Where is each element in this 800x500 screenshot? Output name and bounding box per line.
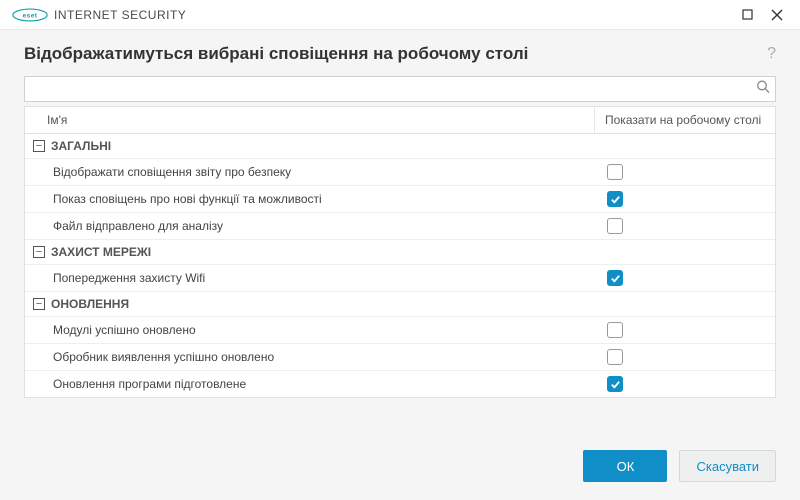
show-checkbox[interactable] bbox=[607, 349, 623, 365]
item-label: Обробник виявлення успішно оновлено bbox=[53, 350, 607, 364]
item-label: Оновлення програми підготовлене bbox=[53, 377, 607, 391]
close-button[interactable] bbox=[762, 0, 792, 30]
group-label: ЗАГАЛЬНІ bbox=[51, 139, 111, 153]
item-row: Оновлення програми підготовлене bbox=[25, 371, 775, 397]
item-row: Файл відправлено для аналізу bbox=[25, 213, 775, 240]
item-label: Модулі успішно оновлено bbox=[53, 323, 607, 337]
app-name: INTERNET SECURITY bbox=[54, 8, 186, 22]
ok-button[interactable]: ОК bbox=[583, 450, 667, 482]
collapse-icon[interactable]: − bbox=[33, 140, 45, 152]
search-wrap bbox=[24, 76, 776, 102]
item-row: Показ сповіщень про нові функції та можл… bbox=[25, 186, 775, 213]
eset-logo: eset bbox=[12, 8, 48, 22]
group-row[interactable]: −ЗАГАЛЬНІ bbox=[25, 134, 775, 159]
brand: eset INTERNET SECURITY bbox=[12, 8, 186, 22]
column-show: Показати на робочому столі bbox=[595, 107, 775, 133]
item-row: Обробник виявлення успішно оновлено bbox=[25, 344, 775, 371]
collapse-icon[interactable]: − bbox=[33, 246, 45, 258]
group-row[interactable]: −ОНОВЛЕННЯ bbox=[25, 292, 775, 317]
show-checkbox[interactable] bbox=[607, 164, 623, 180]
show-checkbox[interactable] bbox=[607, 218, 623, 234]
dialog-title: Відображатимуться вибрані сповіщення на … bbox=[24, 44, 528, 64]
svg-text:eset: eset bbox=[23, 12, 38, 19]
footer: ОК Скасувати bbox=[0, 434, 800, 500]
content: Ім'я Показати на робочому столі −ЗАГАЛЬН… bbox=[0, 76, 800, 434]
collapse-icon[interactable]: − bbox=[33, 298, 45, 310]
show-checkbox[interactable] bbox=[607, 270, 623, 286]
item-label: Відображати сповіщення звіту про безпеку bbox=[53, 165, 607, 179]
item-row: Попередження захисту Wifi bbox=[25, 265, 775, 292]
group-label: ЗАХИСТ МЕРЕЖІ bbox=[51, 245, 151, 259]
cancel-button[interactable]: Скасувати bbox=[679, 450, 776, 482]
table-body: −ЗАГАЛЬНІВідображати сповіщення звіту пр… bbox=[25, 134, 775, 397]
column-name: Ім'я bbox=[25, 107, 595, 133]
item-label: Показ сповіщень про нові функції та можл… bbox=[53, 192, 607, 206]
titlebar: eset INTERNET SECURITY bbox=[0, 0, 800, 30]
item-row: Відображати сповіщення звіту про безпеку bbox=[25, 159, 775, 186]
show-checkbox[interactable] bbox=[607, 322, 623, 338]
item-label: Попередження захисту Wifi bbox=[53, 271, 607, 285]
notifications-table: Ім'я Показати на робочому столі −ЗАГАЛЬН… bbox=[24, 106, 776, 398]
maximize-button[interactable] bbox=[732, 0, 762, 30]
show-checkbox[interactable] bbox=[607, 191, 623, 207]
search-input[interactable] bbox=[24, 76, 776, 102]
group-label: ОНОВЛЕННЯ bbox=[51, 297, 129, 311]
item-label: Файл відправлено для аналізу bbox=[53, 219, 607, 233]
item-row: Модулі успішно оновлено bbox=[25, 317, 775, 344]
close-icon bbox=[771, 9, 783, 21]
dialog-header: Відображатимуться вибрані сповіщення на … bbox=[0, 30, 800, 76]
help-button[interactable]: ? bbox=[767, 45, 776, 63]
table-header: Ім'я Показати на робочому столі bbox=[25, 107, 775, 134]
show-checkbox[interactable] bbox=[607, 376, 623, 392]
square-icon bbox=[742, 9, 753, 20]
group-row[interactable]: −ЗАХИСТ МЕРЕЖІ bbox=[25, 240, 775, 265]
